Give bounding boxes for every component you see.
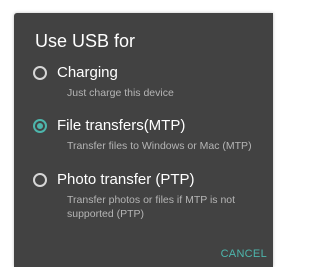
option-charging-description: Just charge this device [67, 87, 174, 99]
option-charging[interactable]: Charging Just charge this device [33, 61, 273, 101]
option-mtp-description: Transfer files to Windows or Mac (MTP) [67, 140, 252, 152]
option-ptp-label: Photo transfer (PTP) [57, 171, 195, 188]
radio-ptp[interactable] [33, 173, 47, 187]
option-ptp-description: Transfer photos or files if MTP is not s… [67, 194, 236, 220]
option-mtp[interactable]: File transfers(MTP) Transfer files to Wi… [33, 114, 273, 154]
option-charging-row[interactable]: Charging [33, 61, 273, 85]
dialog-title: Use USB for [35, 31, 136, 51]
radio-mtp[interactable] [33, 119, 47, 133]
option-mtp-row[interactable]: File transfers(MTP) [33, 114, 273, 138]
option-charging-label: Charging [57, 64, 118, 81]
radio-charging[interactable] [33, 66, 47, 80]
option-ptp-row[interactable]: Photo transfer (PTP) [33, 168, 273, 192]
usb-mode-dialog: Use USB for Charging Just charge this de… [14, 13, 273, 267]
cancel-button[interactable]: CANCEL [221, 247, 267, 261]
option-mtp-label: File transfers(MTP) [57, 117, 186, 134]
option-ptp[interactable]: Photo transfer (PTP) Transfer photos or … [33, 168, 273, 221]
